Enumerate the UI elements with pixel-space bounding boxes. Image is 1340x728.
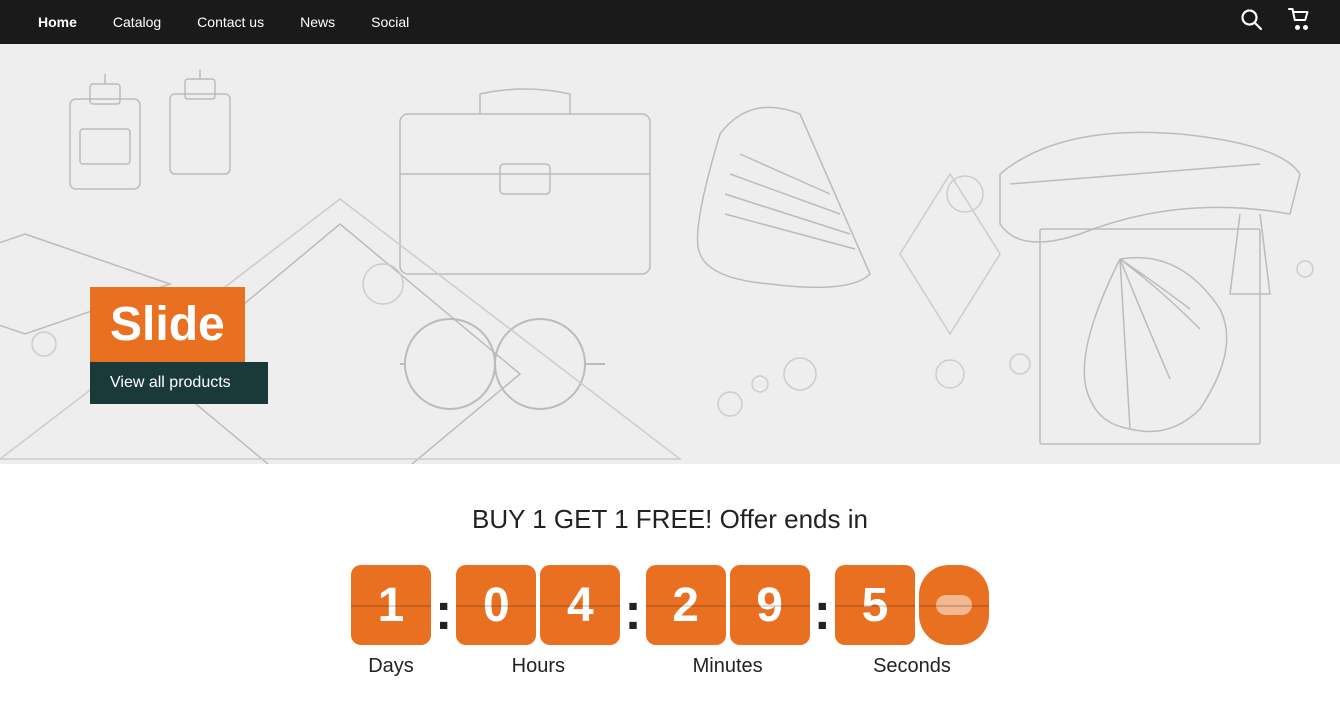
nav-social[interactable]: Social: [353, 0, 427, 44]
seconds-label: Seconds: [873, 655, 951, 678]
hours-digit-1: 0: [456, 565, 536, 645]
cart-icon: [1288, 8, 1312, 36]
slide-badge: Slide: [90, 287, 245, 362]
navbar: Home Catalog Contact us News Social: [0, 0, 1340, 44]
days-digit: 1: [351, 565, 431, 645]
search-button[interactable]: [1232, 4, 1270, 40]
seconds-digits: 5: [835, 565, 989, 645]
minutes-digits: 2 9: [646, 565, 810, 645]
seconds-group: 5 Seconds: [835, 565, 989, 678]
colon-2: :: [624, 582, 641, 642]
seconds-digit-1: 5: [835, 565, 915, 645]
minutes-label: Minutes: [693, 655, 763, 678]
colon-3: :: [814, 582, 831, 642]
nav-home[interactable]: Home: [20, 0, 95, 44]
days-label: Days: [368, 655, 414, 678]
minutes-group: 2 9 Minutes: [646, 565, 810, 678]
nav-links: Home Catalog Contact us News Social: [20, 0, 427, 44]
hours-digit-2: 4: [540, 565, 620, 645]
hero-banner: Slide View all products: [0, 44, 1340, 464]
countdown: 1 Days : 0 4 Hours : 2 9 Minutes : 5: [0, 565, 1340, 678]
hero-content: Slide View all products: [90, 287, 268, 404]
nav-catalog[interactable]: Catalog: [95, 0, 179, 44]
hours-label: Hours: [512, 655, 565, 678]
minutes-digit-1: 2: [646, 565, 726, 645]
view-all-button[interactable]: View all products: [90, 362, 268, 404]
offer-section: BUY 1 GET 1 FREE! Offer ends in 1 Days :…: [0, 464, 1340, 728]
offer-title: BUY 1 GET 1 FREE! Offer ends in: [0, 504, 1340, 535]
days-group: 1 Days: [351, 565, 431, 678]
colon-1: :: [435, 582, 452, 642]
cart-button[interactable]: [1280, 4, 1320, 40]
seconds-digit-2: [919, 565, 989, 645]
hours-group: 0 4 Hours: [456, 565, 620, 678]
nav-news[interactable]: News: [282, 0, 353, 44]
days-digits: 1: [351, 565, 431, 645]
minutes-digit-2: 9: [730, 565, 810, 645]
nav-contact[interactable]: Contact us: [179, 0, 282, 44]
search-icon: [1240, 8, 1262, 36]
nav-icons: [1232, 4, 1320, 40]
hours-digits: 0 4: [456, 565, 620, 645]
